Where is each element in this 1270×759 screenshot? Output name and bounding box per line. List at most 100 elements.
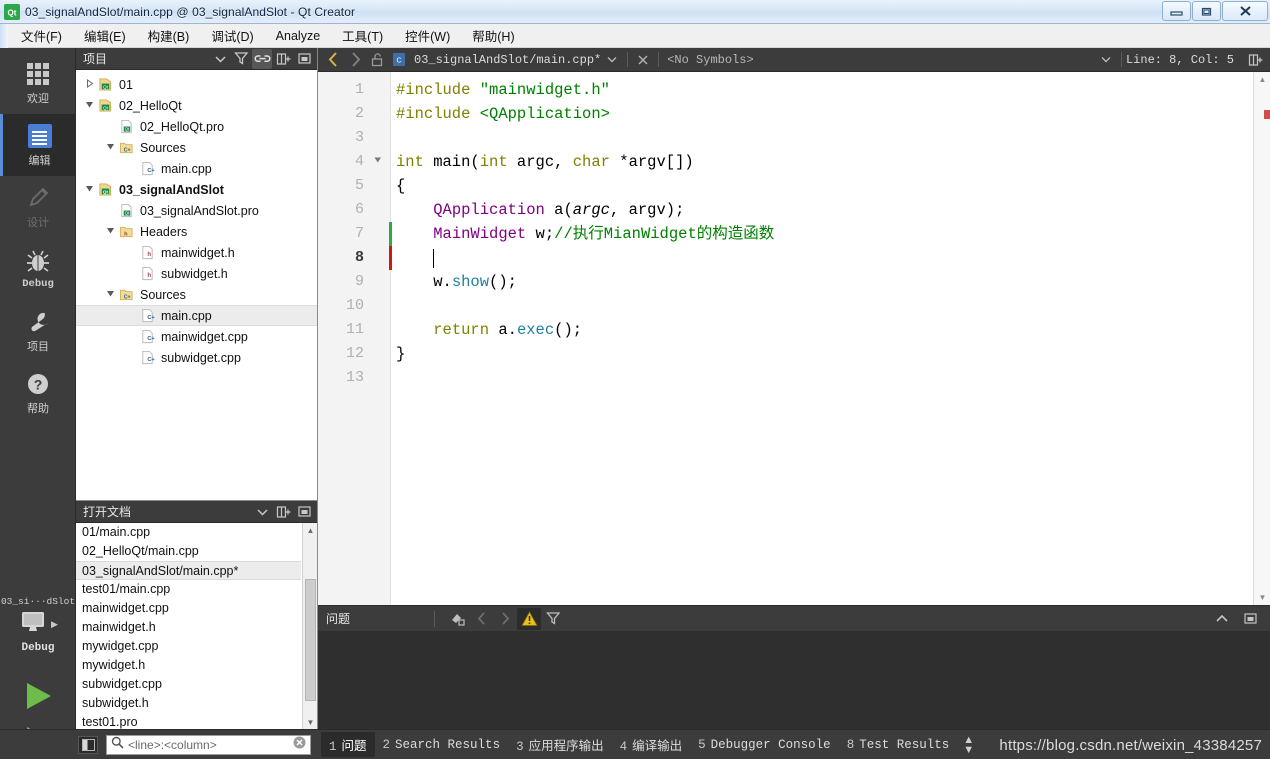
mode-welcome[interactable]: 欢迎: [0, 52, 76, 114]
close-panel-icon[interactable]: [294, 502, 314, 522]
menu-edit[interactable]: 编辑(E): [73, 23, 137, 48]
unlocked-padlock-icon[interactable]: [366, 49, 388, 71]
split-add-icon[interactable]: [273, 502, 293, 522]
mode-help[interactable]: ? 帮助: [0, 362, 76, 424]
code-line[interactable]: }: [396, 342, 405, 366]
project-tree[interactable]: Qt 01 Qt 02_HelloQt Qt 02_HelloQt.pro C+ Sou…: [76, 70, 317, 500]
output-tab-2[interactable]: 2 Search Results: [375, 735, 509, 755]
open-documents-list[interactable]: 01/main.cpp 02_HelloQt/main.cpp 03_signalA…: [76, 523, 301, 729]
mode-projects[interactable]: 项目: [0, 300, 76, 362]
tree-item-subwidget.cpp[interactable]: C+ subwidget.cpp: [76, 347, 317, 368]
mode-edit[interactable]: 编辑: [0, 114, 76, 176]
open-document-item[interactable]: mainwidget.h: [76, 618, 301, 637]
filter-dropdown-icon[interactable]: [210, 49, 230, 69]
tree-item-headers[interactable]: h Headers: [76, 221, 317, 242]
open-document-item[interactable]: subwidget.cpp: [76, 675, 301, 694]
code-line[interactable]: QApplication a(argc, argv);: [396, 198, 684, 222]
documents-dropdown-icon[interactable]: [252, 502, 272, 522]
mode-debug[interactable]: Debug: [0, 238, 76, 300]
maximize-pane-icon[interactable]: [1238, 608, 1262, 630]
fold-marker-icon[interactable]: [372, 150, 384, 174]
issues-pane-body[interactable]: [318, 631, 1270, 729]
minimize-button[interactable]: [1162, 1, 1191, 21]
run-button[interactable]: [0, 676, 76, 720]
open-document-item[interactable]: 01/main.cpp: [76, 523, 301, 542]
open-document-item[interactable]: 03_signalAndSlot/main.cpp*: [76, 561, 301, 580]
tree-item-mainwidget.cpp[interactable]: C+ mainwidget.cpp: [76, 326, 317, 347]
sidebar-toggle-icon[interactable]: [78, 735, 98, 754]
kit-selector[interactable]: 03_si···dSlot ▶ Debug: [0, 596, 76, 676]
output-tab-5[interactable]: 5 Debugger Console: [690, 735, 839, 755]
forward-arrow-icon[interactable]: [344, 49, 366, 71]
tree-item-02_helloqt.pro[interactable]: Qt 02_HelloQt.pro: [76, 116, 317, 137]
warning-filter-icon[interactable]: [517, 607, 542, 630]
open-document-item[interactable]: mainwidget.cpp: [76, 599, 301, 618]
scrollbar-thumb[interactable]: [305, 579, 316, 701]
scroll-down-arrow-icon[interactable]: ▼: [1254, 590, 1270, 605]
output-tab-3[interactable]: 3 应用程序输出: [508, 732, 612, 757]
code-line[interactable]: #include <QApplication>: [396, 102, 610, 126]
open-document-item[interactable]: test01/main.cpp: [76, 580, 301, 599]
code-line[interactable]: #include "mainwidget.h": [396, 78, 610, 102]
code-line[interactable]: w.show();: [396, 270, 517, 294]
tree-item-01[interactable]: Qt 01: [76, 74, 317, 95]
tree-expanded-arrow-icon[interactable]: [82, 100, 96, 111]
kit-expand-arrow-icon[interactable]: ▶: [51, 619, 58, 630]
open-document-item[interactable]: mywidget.cpp: [76, 637, 301, 656]
code-line[interactable]: MainWidget w;//执行MianWidget的构造函数: [396, 222, 774, 246]
open-document-item[interactable]: 02_HelloQt/main.cpp: [76, 542, 301, 561]
link-sync-icon[interactable]: [252, 48, 272, 69]
split-add-icon[interactable]: [273, 49, 293, 69]
menu-build[interactable]: 构建(B): [137, 23, 201, 48]
scroll-down-arrow-icon[interactable]: ▼: [303, 715, 318, 729]
next-issue-icon[interactable]: [493, 608, 517, 630]
code-line[interactable]: int main(int argc, char *argv[]): [396, 150, 694, 174]
close-button[interactable]: [1222, 1, 1268, 21]
mode-design[interactable]: 设计: [0, 176, 76, 238]
tree-expanded-arrow-icon[interactable]: [103, 142, 117, 153]
open-document-item[interactable]: test01.pro: [76, 713, 301, 729]
menu-file[interactable]: 文件(F): [10, 23, 73, 48]
menu-debug[interactable]: 调试(D): [200, 23, 264, 48]
tree-item-sources[interactable]: C+ Sources: [76, 137, 317, 158]
tree-item-02_helloqt[interactable]: Qt 02_HelloQt: [76, 95, 317, 116]
symbol-chevron-down-icon[interactable]: [1095, 49, 1117, 71]
menu-help[interactable]: 帮助(H): [461, 23, 525, 48]
clear-circle-icon[interactable]: [293, 736, 306, 754]
up-down-arrows-icon[interactable]: ▲ ▼: [963, 734, 974, 755]
filter-icon[interactable]: [541, 608, 565, 630]
scroll-up-arrow-icon[interactable]: ▲: [1254, 72, 1270, 87]
restore-button[interactable]: [1192, 1, 1221, 21]
menu-tools[interactable]: 工具(T): [331, 23, 394, 48]
file-chevron-down-icon[interactable]: [601, 49, 623, 71]
output-tab-1[interactable]: 1 问题: [321, 732, 375, 757]
tree-item-03_signalandslot.pro[interactable]: Qt 03_signalAndSlot.pro: [76, 200, 317, 221]
tree-collapsed-arrow-icon[interactable]: [82, 79, 96, 90]
back-arrow-icon[interactable]: [322, 49, 344, 71]
close-panel-icon[interactable]: [294, 49, 314, 69]
editor-file-name[interactable]: 03_signalAndSlot/main.cpp*: [414, 53, 601, 67]
tree-item-main.cpp[interactable]: C+ main.cpp: [76, 158, 317, 179]
output-tab-8[interactable]: 8 Test Results: [839, 735, 958, 755]
open-document-item[interactable]: subwidget.h: [76, 694, 301, 713]
tree-expanded-arrow-icon[interactable]: [103, 289, 117, 300]
tree-item-03_signalandslot[interactable]: Qt 03_signalAndSlot: [76, 179, 317, 200]
scroll-up-arrow-icon[interactable]: ▲: [303, 523, 318, 537]
menu-analyze[interactable]: Analyze: [265, 26, 331, 46]
code-editor[interactable]: 1 #include "mainwidget.h" 2 #include <QAppl…: [318, 72, 1270, 605]
tree-item-subwidget.h[interactable]: h subwidget.h: [76, 263, 317, 284]
split-add-icon[interactable]: [1244, 49, 1266, 71]
symbol-selector[interactable]: <No Symbols>: [667, 53, 753, 67]
tree-item-sources[interactable]: C+ Sources: [76, 284, 317, 305]
close-x-icon[interactable]: [632, 49, 654, 71]
tree-item-mainwidget.h[interactable]: h mainwidget.h: [76, 242, 317, 263]
menu-window[interactable]: 控件(W): [394, 23, 461, 48]
code-line[interactable]: {: [396, 174, 405, 198]
tree-expanded-arrow-icon[interactable]: [103, 226, 117, 237]
locator-input[interactable]: <line>:<column>: [106, 734, 311, 755]
clear-pane-icon[interactable]: [445, 608, 469, 630]
editor-scrollbar[interactable]: ▲ ▼: [1253, 72, 1270, 605]
output-tab-4[interactable]: 4 编译输出: [612, 732, 691, 757]
open-documents-scrollbar[interactable]: ▲ ▼: [302, 523, 317, 729]
collapse-pane-icon[interactable]: [1210, 608, 1234, 630]
